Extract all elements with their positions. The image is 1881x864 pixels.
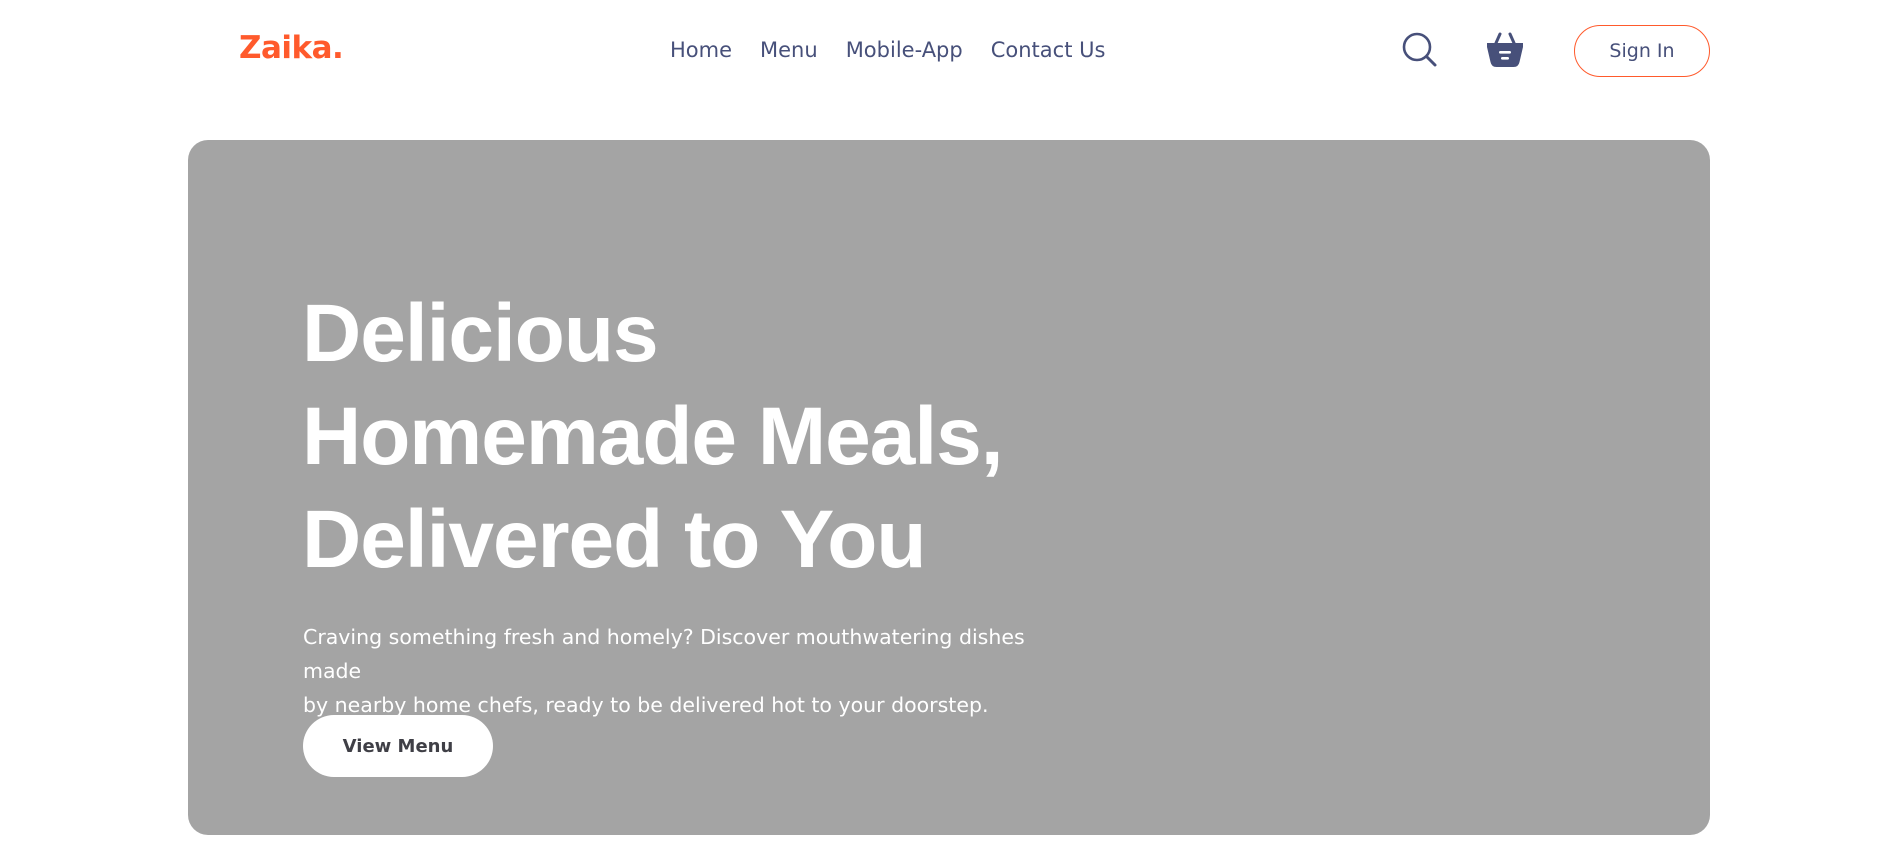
- hero-title-line-3: Delivered to You: [302, 494, 926, 585]
- hero-title-line-1: Delicious: [302, 288, 659, 379]
- hero-description-line-2: by nearby home chefs, ready to be delive…: [303, 693, 989, 717]
- basket-icon: [1487, 32, 1523, 67]
- sign-in-button[interactable]: Sign In: [1574, 25, 1710, 77]
- cart-button[interactable]: [1483, 28, 1527, 72]
- navbar: Zaika. Home Menu Mobile-App Contact Us S…: [0, 0, 1881, 104]
- main-nav: Home Menu Mobile-App Contact Us: [670, 38, 1105, 62]
- search-button[interactable]: [1398, 28, 1442, 72]
- nav-link-mobile-app[interactable]: Mobile-App: [846, 38, 963, 62]
- nav-link-menu[interactable]: Menu: [760, 38, 818, 62]
- nav-link-contact-us[interactable]: Contact Us: [991, 38, 1106, 62]
- view-menu-button[interactable]: View Menu: [303, 715, 493, 777]
- hero-banner: Delicious Homemade Meals, Delivered to Y…: [188, 140, 1710, 835]
- hero-description: Craving something fresh and homely? Disc…: [303, 620, 1083, 722]
- brand-logo[interactable]: Zaika.: [239, 30, 344, 66]
- nav-link-home[interactable]: Home: [670, 38, 732, 62]
- hero-title-line-2: Homemade Meals,: [302, 391, 1004, 482]
- hero-description-line-1: Craving something fresh and homely? Disc…: [303, 625, 1025, 683]
- hero-title: Delicious Homemade Meals, Delivered to Y…: [302, 282, 1202, 591]
- search-icon: [1402, 32, 1437, 67]
